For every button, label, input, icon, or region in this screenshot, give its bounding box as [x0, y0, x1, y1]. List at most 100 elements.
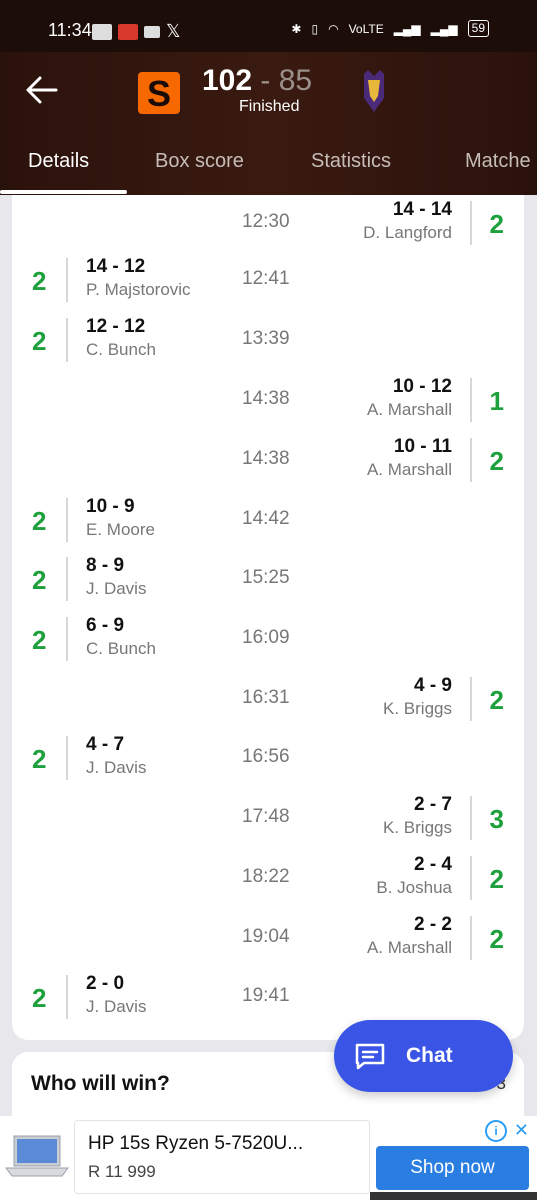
tab-statistics[interactable]: Statistics — [311, 150, 391, 173]
ad-title[interactable]: HP 15s Ryzen 5-7520U... — [88, 1133, 303, 1155]
play-row: 2 12 - 12 C. Bunch 13:39 — [12, 312, 524, 372]
side-divider — [470, 796, 472, 840]
away-score: 85 — [278, 64, 313, 97]
side-divider — [470, 677, 472, 721]
side-divider — [66, 498, 68, 542]
points-value: 2 — [32, 506, 47, 536]
tab-matches[interactable]: Matche — [465, 150, 531, 173]
points-value: 2 — [32, 625, 47, 655]
points-value: 2 — [32, 744, 47, 774]
chat-button[interactable]: Chat — [334, 1020, 513, 1092]
running-score: 12 - 12 — [86, 316, 146, 337]
player-name: B. Joshua — [376, 878, 452, 897]
play-row: 1 10 - 12 A. Marshall 14:38 — [12, 372, 524, 432]
system-icons: ✱ ▯ ◠ VoLTE ▂▄▆ ▂▄▆ 59 — [291, 20, 489, 37]
points-value: 2 — [489, 864, 504, 894]
play-row: 2 14 - 14 D. Langford 12:30 — [12, 195, 524, 255]
x-icon: 𝕏 — [166, 21, 181, 41]
home-team-logo[interactable]: S — [138, 72, 180, 114]
side-divider — [66, 617, 68, 661]
play-time: 14:38 — [242, 448, 290, 469]
points-value: 2 — [489, 446, 504, 476]
signal-icon: ▂▄▆ — [430, 21, 458, 36]
side-divider — [470, 378, 472, 422]
battery-icon: 59 — [467, 20, 489, 37]
svg-text:S: S — [147, 73, 171, 114]
side-divider — [470, 438, 472, 482]
running-score: 2 - 4 — [413, 854, 452, 875]
ad-choices-icon[interactable]: i — [485, 1120, 507, 1142]
app-notification-icon — [92, 23, 112, 40]
player-name: K. Briggs — [383, 818, 452, 837]
play-time: 14:42 — [242, 508, 290, 529]
running-score: 2 - 2 — [413, 914, 452, 935]
points-value: 2 — [32, 266, 47, 296]
match-status: Finished — [239, 98, 300, 115]
running-score: 10 - 11 — [393, 436, 452, 457]
close-ad-icon[interactable]: ✕ — [514, 1120, 529, 1141]
ad-banner[interactable]: HP 15s Ryzen 5-7520U... R 11 999 Shop no… — [0, 1116, 537, 1200]
play-by-play-card: 2 14 - 14 D. Langford 12:30 2 14 - 12 P. Majst… — [12, 195, 524, 1040]
volte-badge: VoLTE — [348, 21, 384, 36]
play-row: 2 14 - 12 P. Majstorovic 12:41 — [12, 252, 524, 312]
away-team-logo[interactable] — [362, 70, 386, 112]
player-name: A. Marshall — [366, 460, 452, 479]
play-time: 16:56 — [242, 746, 290, 767]
running-score: 4 - 7 — [86, 734, 125, 755]
laptop-image — [5, 1135, 69, 1177]
play-time: 19:04 — [242, 926, 290, 947]
side-divider — [470, 201, 472, 245]
play-time: 17:48 — [242, 806, 290, 827]
running-score: 14 - 12 — [86, 256, 146, 277]
play-row: 3 2 - 7 K. Briggs 17:48 — [12, 790, 524, 850]
running-score: 4 - 9 — [413, 675, 452, 696]
player-name: E. Moore — [86, 520, 155, 539]
side-divider — [66, 318, 68, 362]
side-divider — [66, 736, 68, 780]
vibrate-icon: ▯ — [311, 21, 319, 36]
side-divider — [470, 856, 472, 900]
tab-bar: Details Box score Statistics Matche — [0, 132, 537, 195]
bluetooth-icon: ✱ — [291, 21, 302, 36]
shop-now-button[interactable]: Shop now — [376, 1146, 529, 1190]
scoreline: 102 - 85 — [202, 64, 312, 98]
back-arrow-icon[interactable] — [24, 72, 60, 108]
side-divider — [66, 975, 68, 1019]
player-name: J. Davis — [86, 758, 147, 777]
running-score: 10 - 9 — [86, 496, 135, 517]
running-score: 14 - 14 — [392, 199, 452, 220]
app-notification-icon — [118, 23, 138, 40]
mail-icon — [144, 25, 160, 38]
player-name: A. Marshall — [366, 400, 452, 419]
running-score: 10 - 12 — [392, 376, 452, 397]
play-row: 2 10 - 11 A. Marshall 14:38 — [12, 432, 524, 492]
player-name: C. Bunch — [86, 340, 156, 359]
points-value: 2 — [32, 326, 47, 356]
active-tab-indicator — [0, 190, 127, 194]
running-score: 2 - 0 — [86, 973, 125, 994]
top-header: 11:34 𝕏 ✱ ▯ ◠ VoLTE ▂▄▆ ▂▄▆ 59 S 102 - 8 — [0, 0, 537, 195]
points-value: 3 — [489, 804, 504, 834]
play-time: 12:41 — [242, 268, 290, 289]
play-time: 15:25 — [242, 567, 290, 588]
player-name: A. Marshall — [366, 938, 452, 957]
play-row: 2 8 - 9 J. Davis 15:25 — [12, 551, 524, 611]
play-time: 13:39 — [242, 328, 290, 349]
tab-details[interactable]: Details — [28, 150, 89, 173]
ad-divider — [370, 1192, 537, 1200]
running-score: 2 - 7 — [413, 794, 452, 815]
play-row: 2 4 - 7 J. Davis 16:56 — [12, 730, 524, 790]
points-value: 2 — [489, 924, 504, 954]
running-score: 8 - 9 — [86, 555, 125, 576]
running-score: 6 - 9 — [86, 615, 125, 636]
points-value: 2 — [489, 209, 504, 239]
tab-box-score[interactable]: Box score — [155, 150, 244, 173]
status-bar: 11:34 𝕏 ✱ ▯ ◠ VoLTE ▂▄▆ ▂▄▆ 59 — [0, 0, 537, 52]
ad-text-box[interactable] — [74, 1120, 370, 1194]
play-time: 18:22 — [242, 866, 290, 887]
side-divider — [470, 916, 472, 960]
play-time: 19:41 — [242, 985, 290, 1006]
ad-price: R 11 999 — [88, 1162, 156, 1181]
player-name: C. Bunch — [86, 639, 156, 658]
play-time: 16:09 — [242, 627, 290, 648]
